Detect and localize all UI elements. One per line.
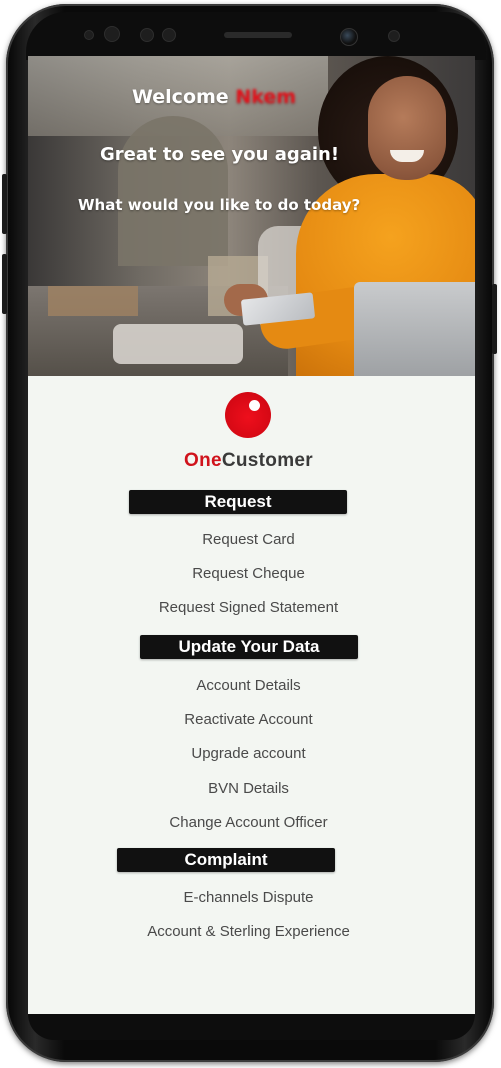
sensor-dot bbox=[388, 30, 400, 42]
sensor-dot bbox=[162, 28, 176, 42]
menu-item-change-account-officer[interactable]: Change Account Officer bbox=[28, 814, 469, 831]
app-screen: Welcome Nkem Great to see you again! Wha… bbox=[28, 56, 475, 1014]
brand-name-customer: Customer bbox=[221, 450, 313, 471]
welcome-label: Welcome bbox=[132, 86, 229, 108]
prompt-question: What would you like to do today? bbox=[78, 196, 361, 214]
menu-item-request-cheque[interactable]: Request Cheque bbox=[28, 565, 469, 582]
user-name: Nkem bbox=[235, 86, 297, 108]
greeting-text: Great to see you again! bbox=[100, 144, 340, 165]
menu-item-echannels-dispute[interactable]: E-channels Dispute bbox=[28, 889, 469, 906]
sensor-dot bbox=[140, 28, 154, 42]
sensor-dot bbox=[104, 26, 120, 42]
brand-name-one: One bbox=[184, 450, 222, 471]
bottom-bezel bbox=[28, 1014, 475, 1040]
menu-item-reactivate-account[interactable]: Reactivate Account bbox=[28, 711, 469, 728]
menu-item-bvn-details[interactable]: BVN Details bbox=[28, 780, 469, 797]
bixby-button bbox=[2, 254, 7, 314]
background-crate bbox=[48, 286, 138, 316]
laptop-icon bbox=[354, 282, 475, 376]
section-header-update-data: Update Your Data bbox=[140, 635, 358, 659]
menu-item-upgrade-account[interactable]: Upgrade account bbox=[28, 745, 469, 762]
welcome-heading: Welcome Nkem bbox=[132, 86, 296, 108]
menu-item-account-details[interactable]: Account Details bbox=[28, 677, 469, 694]
woman-face bbox=[368, 76, 446, 180]
background-arch bbox=[118, 116, 228, 266]
menu-item-account-sterling-experience[interactable]: Account & Sterling Experience bbox=[28, 923, 469, 940]
earpiece-speaker bbox=[224, 32, 292, 38]
power-button bbox=[492, 284, 497, 354]
section-header-complaint: Complaint bbox=[117, 848, 335, 872]
menu-item-request-card[interactable]: Request Card bbox=[28, 531, 469, 548]
menu-item-request-signed-statement[interactable]: Request Signed Statement bbox=[28, 599, 469, 616]
front-camera-icon bbox=[340, 28, 358, 46]
volume-button bbox=[2, 174, 7, 234]
brand-logo-icon bbox=[225, 392, 271, 438]
sensor-dot bbox=[84, 30, 94, 40]
section-header-request: Request bbox=[129, 490, 347, 514]
brand-name: OneCustomer bbox=[28, 450, 469, 472]
background-sofa bbox=[113, 324, 243, 364]
hero-banner: Welcome Nkem Great to see you again! Wha… bbox=[28, 56, 475, 376]
